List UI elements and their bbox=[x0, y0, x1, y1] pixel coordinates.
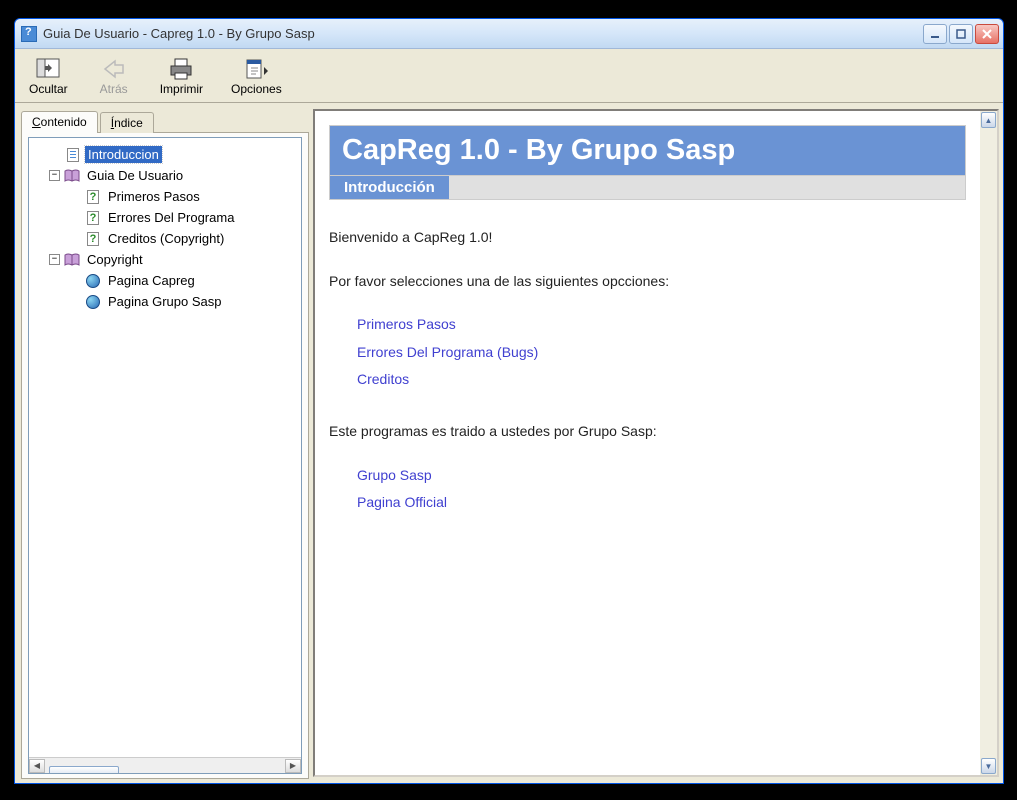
tree-label-intro: Introduccion bbox=[85, 146, 162, 163]
tree-item-credits[interactable]: ? Creditos (Copyright) bbox=[31, 228, 299, 249]
tree-item-firststeps[interactable]: ? Primeros Pasos bbox=[31, 186, 299, 207]
tree-label-errors: Errores Del Programa bbox=[105, 209, 237, 226]
close-button[interactable] bbox=[975, 24, 999, 44]
tree-item-pagecapreg[interactable]: Pagina Capreg bbox=[31, 270, 299, 291]
navigation-panel: Contenido Índice Introduccion − Guia De … bbox=[15, 103, 313, 783]
options-button[interactable]: Opciones bbox=[223, 54, 290, 98]
help-icon: ? bbox=[85, 189, 101, 205]
content-panel: CapReg 1.0 - By Grupo Sasp Introducción … bbox=[313, 103, 1003, 783]
link-creditos[interactable]: Creditos bbox=[357, 370, 966, 390]
help-window: Guia De Usuario - Capreg 1.0 - By Grupo … bbox=[14, 18, 1004, 784]
print-button[interactable]: Imprimir bbox=[152, 54, 211, 98]
content-frame: CapReg 1.0 - By Grupo Sasp Introducción … bbox=[313, 109, 999, 777]
prompt-text-2: Este programas es traido a ustedes por G… bbox=[329, 422, 966, 442]
scroll-down-arrow[interactable]: ▼ bbox=[981, 758, 996, 774]
vertical-scrollbar[interactable]: ▲ ▼ bbox=[980, 111, 997, 775]
link-pagina-official[interactable]: Pagina Official bbox=[357, 493, 966, 513]
tree-item-errors[interactable]: ? Errores Del Programa bbox=[31, 207, 299, 228]
back-label: Atrás bbox=[100, 82, 128, 96]
maximize-icon bbox=[956, 29, 966, 39]
tree-label-firststeps: Primeros Pasos bbox=[105, 188, 203, 205]
link-errores[interactable]: Errores Del Programa (Bugs) bbox=[357, 343, 966, 363]
maximize-button[interactable] bbox=[949, 24, 973, 44]
horizontal-scrollbar[interactable]: ◀ ▶ bbox=[29, 757, 301, 773]
nav-tabs: Contenido Índice bbox=[21, 109, 309, 133]
collapse-icon[interactable]: − bbox=[49, 170, 60, 181]
tree-item-guide[interactable]: − Guia De Usuario bbox=[31, 165, 299, 186]
tab-contents[interactable]: Contenido bbox=[21, 111, 98, 133]
print-label: Imprimir bbox=[160, 82, 203, 96]
body-area: Contenido Índice Introduccion − Guia De … bbox=[15, 103, 1003, 783]
welcome-text: Bienvenido a CapReg 1.0! bbox=[329, 228, 966, 248]
back-icon bbox=[100, 56, 128, 82]
link-grupo-sasp[interactable]: Grupo Sasp bbox=[357, 466, 966, 486]
toolbar: Ocultar Atrás Imprimir Opciones bbox=[15, 49, 1003, 103]
globe-icon bbox=[85, 294, 101, 310]
minimize-icon bbox=[930, 29, 940, 39]
help-icon: ? bbox=[85, 231, 101, 247]
back-button[interactable]: Atrás bbox=[88, 54, 140, 98]
tree-label-credits: Creditos (Copyright) bbox=[105, 230, 227, 247]
tab-index[interactable]: Índice bbox=[100, 112, 154, 133]
link-primeros-pasos[interactable]: Primeros Pasos bbox=[357, 315, 966, 335]
app-icon bbox=[21, 26, 37, 42]
link-list-1: Primeros Pasos Errores Del Programa (Bug… bbox=[329, 315, 966, 390]
tree-container: Introduccion − Guia De Usuario ? Primero… bbox=[21, 132, 309, 779]
content-text: Bienvenido a CapReg 1.0! Por favor selec… bbox=[329, 228, 966, 513]
hide-icon bbox=[34, 56, 62, 82]
hide-label: Ocultar bbox=[29, 82, 68, 96]
subtitle-fill bbox=[449, 176, 965, 199]
tree-item-pagegrupo[interactable]: Pagina Grupo Sasp bbox=[31, 291, 299, 312]
page-icon bbox=[65, 147, 81, 163]
globe-icon bbox=[85, 273, 101, 289]
page-title: CapReg 1.0 - By Grupo Sasp bbox=[329, 125, 966, 175]
close-icon bbox=[982, 29, 992, 39]
tree-label-pagecapreg: Pagina Capreg bbox=[105, 272, 198, 289]
minimize-button[interactable] bbox=[923, 24, 947, 44]
scroll-thumb[interactable] bbox=[49, 766, 119, 775]
print-icon bbox=[167, 56, 195, 82]
tree-item-copyright[interactable]: − Copyright bbox=[31, 249, 299, 270]
link-list-2: Grupo Sasp Pagina Official bbox=[329, 466, 966, 513]
help-icon: ? bbox=[85, 210, 101, 226]
options-icon bbox=[242, 56, 270, 82]
scroll-left-arrow[interactable]: ◀ bbox=[29, 759, 45, 773]
tree-label-pagegrupo: Pagina Grupo Sasp bbox=[105, 293, 224, 310]
page-subtitle: Introducción bbox=[330, 176, 449, 199]
book-icon bbox=[64, 168, 80, 184]
options-label: Opciones bbox=[231, 82, 282, 96]
book-icon bbox=[64, 252, 80, 268]
tree-view[interactable]: Introduccion − Guia De Usuario ? Primero… bbox=[28, 137, 302, 774]
tree-label-guide: Guia De Usuario bbox=[84, 167, 186, 184]
window-controls bbox=[923, 24, 999, 44]
window-title: Guia De Usuario - Capreg 1.0 - By Grupo … bbox=[43, 26, 923, 41]
titlebar[interactable]: Guia De Usuario - Capreg 1.0 - By Grupo … bbox=[15, 19, 1003, 49]
hide-button[interactable]: Ocultar bbox=[21, 54, 76, 98]
content-body: CapReg 1.0 - By Grupo Sasp Introducción … bbox=[315, 111, 980, 775]
page-subtitle-row: Introducción bbox=[329, 175, 966, 200]
tree-item-intro[interactable]: Introduccion bbox=[31, 144, 299, 165]
collapse-icon[interactable]: − bbox=[49, 254, 60, 265]
prompt-text-1: Por favor selecciones una de las siguien… bbox=[329, 272, 966, 292]
tree-label-copyright: Copyright bbox=[84, 251, 146, 268]
scroll-up-arrow[interactable]: ▲ bbox=[981, 112, 996, 128]
scroll-right-arrow[interactable]: ▶ bbox=[285, 759, 301, 773]
